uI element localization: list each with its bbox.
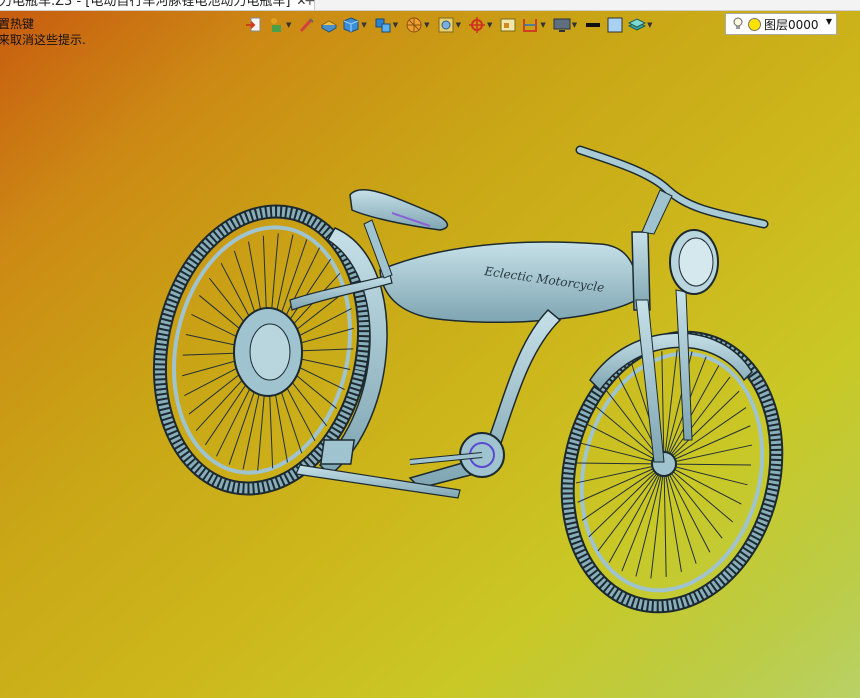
spoke xyxy=(663,376,731,465)
bicycle-model[interactable]: Eclectic Motorcycle xyxy=(0,0,860,698)
spoke xyxy=(663,463,667,577)
spoke xyxy=(663,463,752,466)
front-wheel xyxy=(560,330,784,614)
fork-right xyxy=(675,289,693,441)
spoke xyxy=(663,463,697,564)
spoke xyxy=(663,463,723,539)
head-tube xyxy=(631,231,651,311)
spoke xyxy=(608,463,665,563)
pedal xyxy=(319,439,356,465)
spoke xyxy=(597,463,665,552)
spoke xyxy=(576,462,665,465)
spoke xyxy=(663,463,742,505)
spoke xyxy=(588,463,665,538)
spoke xyxy=(663,390,740,465)
